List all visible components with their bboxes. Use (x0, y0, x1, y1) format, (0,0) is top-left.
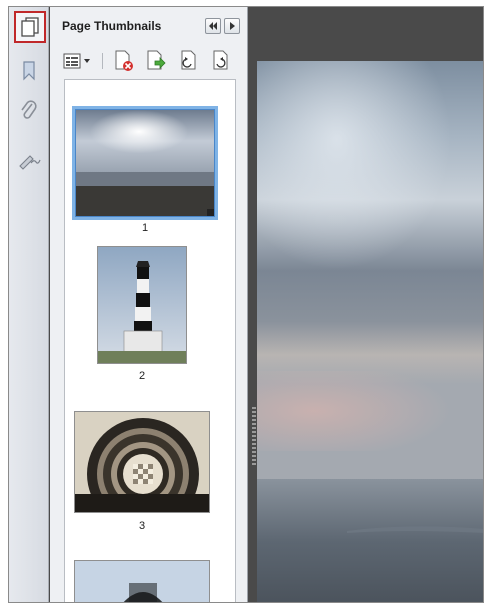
options-menu-icon (63, 53, 90, 69)
page-thumbnails-panel: Page Thumbnails 1 2 3 (50, 7, 248, 602)
navigation-rail (9, 7, 49, 602)
double-chevron-left-icon (209, 22, 217, 30)
signature-pen-icon (19, 155, 41, 170)
play-right-icon (230, 22, 235, 30)
page-thumbnail-1[interactable] (72, 106, 218, 220)
document-page-view[interactable] (257, 61, 483, 602)
panel-header: Page Thumbnails (50, 7, 247, 45)
panel-title: Page Thumbnails (62, 19, 162, 33)
rotate-clockwise-button[interactable] (209, 50, 231, 72)
thumbnails-toolbar (50, 45, 247, 77)
page-thumbnail-4[interactable] (74, 560, 210, 602)
page-number-2: 2 (138, 370, 146, 382)
spiral-staircase-image (75, 412, 209, 512)
insert-page-button[interactable] (145, 50, 167, 72)
page-thumbnails-rail-button[interactable] (14, 11, 46, 43)
rotate-counterclockwise-icon (181, 50, 196, 70)
page-thumbnail-3[interactable] (74, 411, 210, 513)
panel-options-button[interactable] (224, 18, 240, 34)
rotate-counterclockwise-button[interactable] (177, 50, 199, 72)
rotate-clockwise-icon (213, 50, 228, 70)
panel-splitter-grip[interactable] (252, 407, 256, 467)
lighthouse-image (98, 247, 186, 363)
beach-clouds-image (76, 110, 214, 216)
page-number-3: 3 (138, 520, 146, 532)
page-thumbnails-icon (21, 17, 39, 37)
bookmarks-rail-button[interactable] (15, 57, 43, 85)
attachment-paperclip-icon (21, 100, 37, 119)
beach-photo-page (257, 61, 483, 602)
delete-page-button[interactable] (113, 50, 135, 72)
toolbar-separator (102, 53, 103, 69)
thumbnails-list[interactable]: 1 2 3 (64, 79, 236, 602)
lighthouse-lantern-image (75, 561, 209, 602)
attachments-rail-button[interactable] (15, 97, 43, 125)
thumbnail-options-button[interactable] (62, 50, 92, 72)
delete-page-icon (115, 50, 133, 71)
signatures-rail-button[interactable] (15, 147, 43, 175)
insert-page-icon (147, 50, 166, 70)
page-number-1: 1 (141, 222, 149, 234)
collapse-panel-button[interactable] (205, 18, 221, 34)
pdf-viewer-window: Page Thumbnails 1 2 3 (8, 6, 484, 603)
bookmark-icon (23, 61, 35, 81)
page-thumbnail-2[interactable] (97, 246, 187, 364)
